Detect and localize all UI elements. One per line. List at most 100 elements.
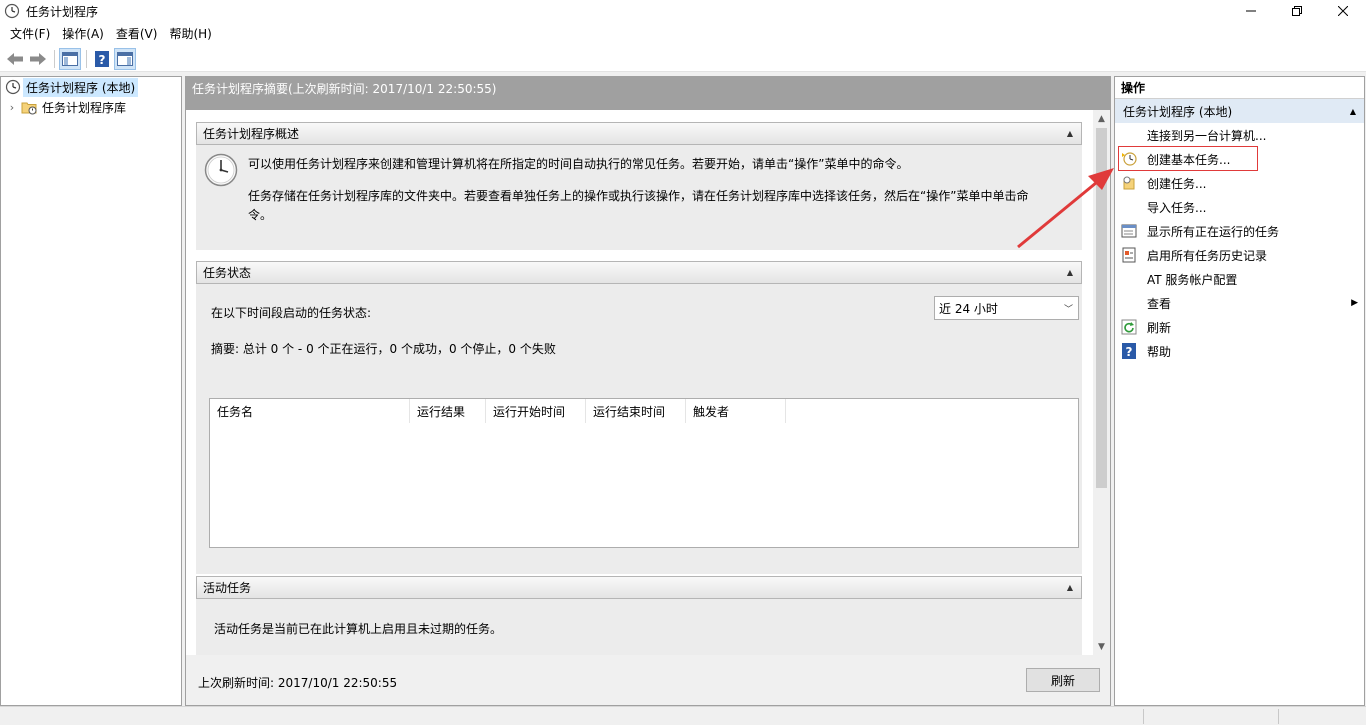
menu-view[interactable]: 查看(V)	[110, 22, 164, 46]
action-label: 刷新	[1147, 320, 1172, 335]
console-tree-pane: 任务计划程序 (本地) › 任务计划程序库	[0, 76, 182, 706]
menu-help[interactable]: 帮助(H)	[163, 22, 217, 46]
help-toolbar-button[interactable]: ?	[91, 48, 113, 70]
action-label: 连接到另一台计算机...	[1147, 128, 1267, 143]
minimize-icon	[1246, 10, 1256, 12]
collapse-icon[interactable]: ▲	[1067, 129, 1073, 138]
actions-pane: 操作 任务计划程序 (本地) ▲ 连接到另一台计算机... 创建基本任务... …	[1114, 76, 1365, 706]
back-arrow-icon	[7, 52, 23, 65]
tree-item-task-library[interactable]: › 任务计划程序库	[1, 97, 181, 117]
section-title: 活动任务	[203, 581, 252, 595]
action-label: 帮助	[1147, 344, 1172, 359]
action-refresh[interactable]: 刷新	[1115, 315, 1364, 339]
history-icon	[1122, 247, 1136, 263]
folder-clock-icon	[21, 102, 37, 115]
toolbar-separator	[54, 49, 55, 68]
console-tree-icon	[62, 51, 78, 66]
actions-group-label: 任务计划程序 (本地)	[1123, 104, 1233, 119]
active-tasks-section-header[interactable]: 活动任务 ▲	[196, 576, 1082, 599]
overview-storage-text: 任务存储在任务计划程序库的文件夹中。若要查看单独任务上的操作或执行该操作，请在任…	[248, 189, 1029, 222]
svg-text:?: ?	[99, 53, 106, 67]
column-header-run-end[interactable]: 运行结束时间	[586, 399, 686, 423]
close-icon	[1338, 6, 1348, 16]
close-button[interactable]	[1320, 0, 1366, 22]
overview-section: 任务计划程序概述 ▲ 可以使用任务计划程序来创建和管理计算机将在所指定的时间自动…	[196, 122, 1082, 250]
status-period-dropdown[interactable]: 近 24 小时 ﹀	[934, 296, 1079, 320]
status-summary: 摘要: 总计 0 个 - 0 个正在运行，0 个成功，0 个停止，0 个失败	[211, 342, 556, 356]
overview-intro-text: 可以使用任务计划程序来创建和管理计算机将在所指定的时间自动执行的常见任务。若要开…	[248, 157, 909, 171]
forward-button[interactable]	[27, 48, 49, 70]
restore-button[interactable]	[1274, 0, 1320, 22]
action-connect-computer[interactable]: 连接到另一台计算机...	[1115, 123, 1364, 147]
create-task-icon	[1123, 176, 1135, 190]
action-label: 创建基本任务...	[1147, 152, 1231, 167]
show-hide-action-pane-button[interactable]	[114, 47, 136, 70]
status-bar-divider	[1143, 709, 1144, 724]
column-header-run-result[interactable]: 运行结果	[410, 399, 486, 423]
action-create-basic-task[interactable]: 创建基本任务...	[1115, 147, 1364, 171]
back-button[interactable]	[4, 48, 26, 70]
tree-item-label: 任务计划程序 (本地)	[23, 77, 139, 97]
svg-text:?: ?	[1126, 345, 1133, 359]
summary-pane: 任务计划程序摘要(上次刷新时间: 2017/10/1 22:50:55) 任务计…	[185, 76, 1111, 706]
status-bar	[0, 706, 1366, 725]
scroll-down-icon[interactable]: ▼	[1093, 638, 1110, 655]
actions-title: 操作	[1115, 77, 1364, 99]
window-title: 任务计划程序	[26, 4, 99, 19]
summary-footer: 上次刷新时间: 2017/10/1 22:50:55 刷新	[186, 655, 1110, 705]
action-label: 查看	[1147, 296, 1172, 311]
menu-action[interactable]: 操作(A)	[56, 22, 110, 46]
dropdown-value: 近 24 小时	[939, 301, 998, 316]
minimize-button[interactable]	[1228, 0, 1274, 22]
clock-large-icon	[204, 153, 238, 187]
action-enable-history[interactable]: 启用所有任务历史记录	[1115, 243, 1364, 267]
action-create-task[interactable]: 创建任务...	[1115, 171, 1364, 195]
action-at-service-config[interactable]: AT 服务帐户配置	[1115, 267, 1364, 291]
refresh-icon	[1121, 319, 1137, 335]
help-book-icon: ?	[95, 50, 109, 67]
column-header-triggered-by[interactable]: 触发者	[686, 399, 786, 423]
tree-item-task-scheduler-local[interactable]: 任务计划程序 (本地)	[1, 77, 181, 97]
toolbar: ?	[0, 46, 1366, 72]
action-import-task[interactable]: 导入任务...	[1115, 195, 1364, 219]
clock-icon	[5, 79, 21, 95]
menu-bar: 文件(F) 操作(A) 查看(V) 帮助(H)	[0, 22, 1366, 46]
menu-file[interactable]: 文件(F)	[4, 22, 56, 46]
vertical-scrollbar[interactable]: ▲ ▼	[1093, 110, 1110, 655]
action-label: AT 服务帐户配置	[1147, 272, 1238, 287]
collapse-icon[interactable]: ▲	[1350, 107, 1356, 116]
active-tasks-section: 活动任务 ▲ 活动任务是当前已在此计算机上启用且未过期的任务。	[196, 576, 1082, 655]
create-basic-task-icon	[1122, 152, 1137, 166]
actions-group-header[interactable]: 任务计划程序 (本地) ▲	[1115, 99, 1364, 123]
task-status-table[interactable]: 任务名 运行结果 运行开始时间 运行结束时间 触发者	[209, 398, 1079, 548]
collapse-icon[interactable]: ▲	[1067, 268, 1073, 277]
title-bar: 任务计划程序	[0, 0, 1366, 22]
tree-item-label: 任务计划程序库	[42, 100, 127, 115]
submenu-arrow-icon: ▶	[1351, 298, 1358, 308]
refresh-button[interactable]: 刷新	[1026, 668, 1100, 692]
action-view[interactable]: 查看 ▶	[1115, 291, 1364, 315]
overview-section-header[interactable]: 任务计划程序概述 ▲	[196, 122, 1082, 145]
action-show-running-tasks[interactable]: 显示所有正在运行的任务	[1115, 219, 1364, 243]
summary-scroll-area[interactable]: 任务计划程序概述 ▲ 可以使用任务计划程序来创建和管理计算机将在所指定的时间自动…	[186, 110, 1110, 655]
status-bar-divider	[1278, 709, 1279, 724]
restore-icon	[1292, 6, 1302, 16]
running-tasks-icon	[1121, 224, 1137, 238]
summary-header: 任务计划程序摘要(上次刷新时间: 2017/10/1 22:50:55)	[186, 77, 1110, 110]
show-hide-console-tree-button[interactable]	[59, 47, 81, 70]
expand-arrow-icon[interactable]: ›	[5, 101, 19, 114]
action-pane-icon	[117, 51, 133, 66]
action-label: 启用所有任务历史记录	[1147, 248, 1268, 263]
chevron-down-icon: ﹀	[1063, 304, 1073, 315]
action-help[interactable]: ? 帮助	[1115, 339, 1364, 363]
help-icon: ?	[1122, 343, 1136, 359]
clock-app-icon	[4, 3, 20, 19]
collapse-icon[interactable]: ▲	[1067, 583, 1073, 592]
status-period-label: 在以下时间段启动的任务状态:	[211, 306, 372, 320]
scrollbar-thumb[interactable]	[1096, 128, 1107, 488]
task-status-section-header[interactable]: 任务状态 ▲	[196, 261, 1082, 284]
column-header-task-name[interactable]: 任务名	[210, 399, 410, 423]
toolbar-separator	[86, 49, 87, 68]
scroll-up-icon[interactable]: ▲	[1093, 110, 1110, 127]
column-header-run-start[interactable]: 运行开始时间	[486, 399, 586, 423]
